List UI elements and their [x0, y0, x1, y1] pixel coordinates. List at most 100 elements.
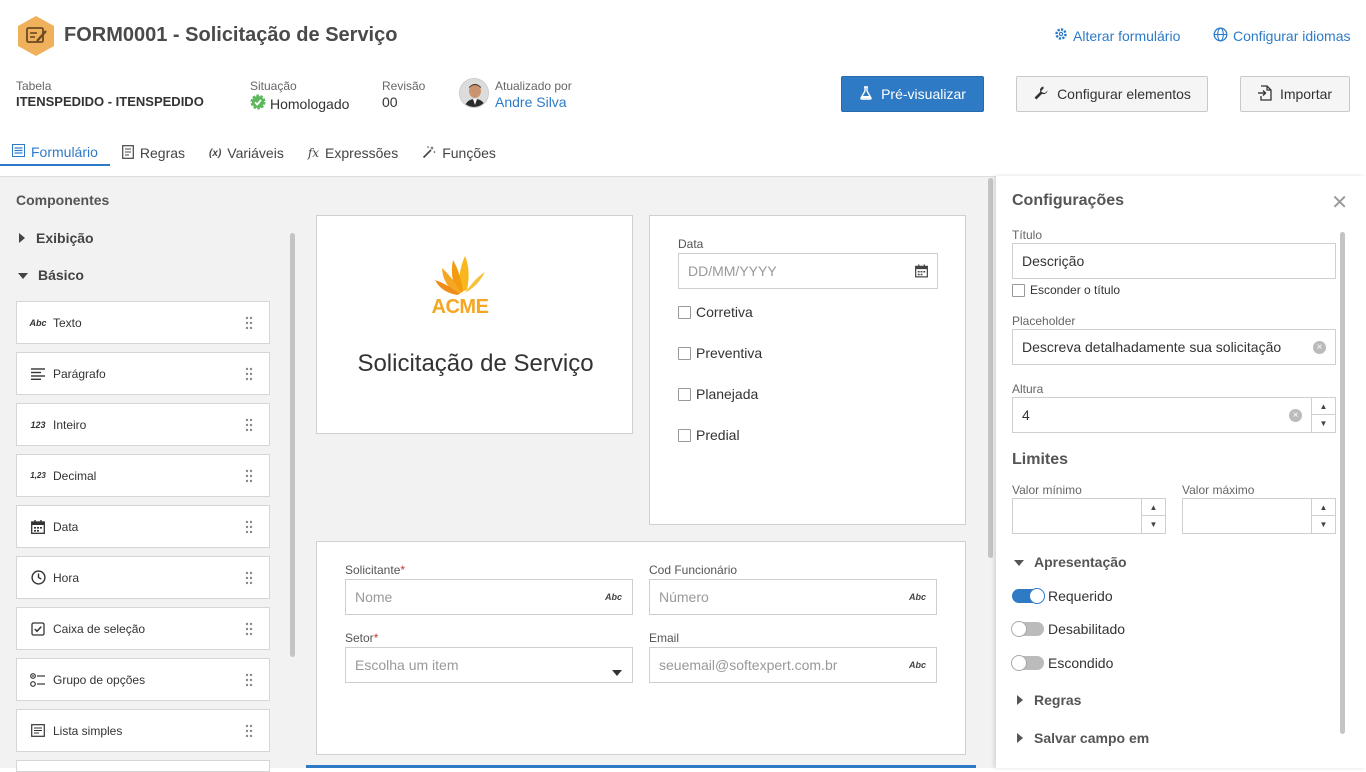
component-decimal[interactable]: 1,23 Decimal [16, 454, 270, 497]
form-canvas: ACME Solicitação de Serviço Data DD/MM/Y… [300, 176, 996, 768]
toggle-escondido[interactable]: Escondido [1011, 655, 1113, 671]
type-panel[interactable]: Data DD/MM/YYYY Corretiva Preventiva Pla… [649, 215, 966, 525]
tab-regras[interactable]: Regras [110, 140, 197, 166]
text-abc-icon: Abc [908, 592, 926, 602]
max-value-input[interactable] [1182, 498, 1312, 534]
chevron-down-icon [612, 663, 622, 679]
chevron-up-icon[interactable]: ▲ [1312, 398, 1335, 415]
drag-handle-icon[interactable] [245, 316, 253, 330]
import-file-icon [1257, 84, 1272, 104]
main-tabs: Formulário Regras (x) Variáveis fx Expre… [0, 140, 990, 176]
list-icon [29, 722, 47, 740]
altura-stepper[interactable]: ▲ ▼ [1311, 397, 1336, 433]
titulo-input[interactable]: Descrição [1012, 243, 1336, 279]
checkbox-icon [29, 620, 47, 638]
drag-handle-icon[interactable] [245, 571, 253, 585]
limits-title: Limites [1012, 451, 1069, 468]
variables-icon: (x) [209, 147, 222, 159]
component-texto[interactable]: Abc Texto [16, 301, 270, 344]
section-regras[interactable]: Regras [1016, 692, 1081, 708]
checkbox-planejada[interactable]: Planejada [678, 386, 758, 402]
solicitante-input[interactable]: Nome Abc [345, 579, 633, 615]
acme-logo: ACME [427, 250, 493, 320]
section-apresentacao[interactable]: Apresentação [1014, 554, 1127, 570]
date-input[interactable]: DD/MM/YYYY [678, 253, 938, 289]
component-caixa-selecao[interactable]: Caixa de seleção [16, 607, 270, 650]
configure-languages-link[interactable]: Configurar idiomas [1213, 27, 1351, 45]
chevron-down-icon[interactable]: ▼ [1142, 516, 1165, 533]
calendar-icon[interactable] [915, 264, 928, 281]
setor-label: Setor* [345, 631, 379, 645]
min-stepper[interactable]: ▲ ▼ [1141, 498, 1166, 534]
drag-handle-icon[interactable] [245, 520, 253, 534]
decimal-icon: 1,23 [30, 471, 46, 480]
component-next[interactable] [16, 760, 270, 772]
chevron-down-icon[interactable]: ▼ [1312, 415, 1335, 432]
min-value-input[interactable] [1012, 498, 1142, 534]
section-salvar-campo[interactable]: Salvar campo em [1016, 730, 1149, 746]
drag-handle-icon[interactable] [245, 418, 253, 432]
canvas-scrollbar[interactable] [988, 178, 993, 558]
drag-handle-icon[interactable] [245, 724, 253, 738]
component-paragrafo[interactable]: Parágrafo [16, 352, 270, 395]
tab-expressoes[interactable]: fx Expressões [296, 140, 410, 166]
altura-input[interactable]: 4 × [1012, 397, 1312, 433]
group-basico[interactable]: Básico [18, 267, 84, 283]
hide-title-checkbox[interactable]: Esconder o título [1012, 283, 1120, 297]
drag-handle-icon[interactable] [245, 367, 253, 381]
cod-funcionario-input[interactable]: Número Abc [649, 579, 937, 615]
component-lista-simples[interactable]: Lista simples [16, 709, 270, 752]
component-hora[interactable]: Hora [16, 556, 270, 599]
component-grupo-opcoes[interactable]: Grupo de opções [16, 658, 270, 701]
drag-handle-icon[interactable] [245, 622, 253, 636]
setor-select[interactable]: Escolha um item [345, 647, 633, 683]
close-icon[interactable]: ✕ [1331, 190, 1348, 215]
sidebar-scrollbar[interactable] [290, 233, 295, 657]
chevron-up-icon[interactable]: ▲ [1312, 499, 1335, 516]
fx-icon: fx [307, 146, 320, 160]
preview-button[interactable]: Pré-visualizar [841, 76, 984, 112]
placeholder-label: Placeholder [1012, 314, 1076, 328]
drag-handle-icon[interactable] [245, 673, 253, 687]
tab-formulario[interactable]: Formulário [0, 140, 110, 166]
requester-panel[interactable]: Solicitante* Nome Abc Cod Funcionário Nú… [316, 541, 966, 755]
approved-gear-icon [250, 94, 266, 113]
settings-panel: Configurações ✕ Título Descrição Esconde… [996, 176, 1366, 768]
caret-right-icon [1016, 730, 1024, 746]
settings-scrollbar[interactable] [1340, 232, 1345, 734]
group-exibicao[interactable]: Exibição [18, 230, 94, 246]
titulo-label: Título [1012, 228, 1043, 242]
component-data[interactable]: Data [16, 505, 270, 548]
import-button[interactable]: Importar [1240, 76, 1350, 112]
max-stepper[interactable]: ▲ ▼ [1311, 498, 1336, 534]
clear-icon[interactable]: × [1313, 341, 1326, 354]
chevron-down-icon[interactable]: ▼ [1312, 516, 1335, 533]
components-sidebar: Componentes Exibição Básico Abc Texto Pa… [0, 176, 300, 772]
change-form-link[interactable]: Alterar formulário [1054, 27, 1180, 44]
checkbox-corretiva[interactable]: Corretiva [678, 304, 753, 320]
calendar-icon [29, 518, 47, 536]
caret-right-icon [1016, 692, 1024, 708]
drag-handle-icon[interactable] [245, 469, 253, 483]
form-app-icon [16, 15, 56, 57]
configure-elements-button[interactable]: Configurar elementos [1016, 76, 1208, 112]
checkbox-preventiva[interactable]: Preventiva [678, 345, 762, 361]
updated-by-label: Atualizado por [495, 79, 572, 93]
header: FORM0001 - Solicitação de Serviço Altera… [0, 0, 1366, 176]
toggle-requerido[interactable]: Requerido [1012, 588, 1113, 604]
email-input[interactable]: seuemail@softexpert.com.br Abc [649, 647, 937, 683]
toggle-desabilitado[interactable]: Desabilitado [1011, 621, 1125, 637]
settings-title: Configurações [1012, 192, 1125, 209]
revision-value: 00 [382, 94, 398, 110]
updated-by-user-link[interactable]: Andre Silva [495, 94, 567, 110]
tab-funcoes[interactable]: Funções [410, 140, 508, 166]
altura-label: Altura [1012, 382, 1044, 396]
component-inteiro[interactable]: 123 Inteiro [16, 403, 270, 446]
clear-icon[interactable]: × [1289, 409, 1302, 422]
chevron-up-icon[interactable]: ▲ [1142, 499, 1165, 516]
tab-variaveis[interactable]: (x) Variáveis [197, 140, 296, 166]
header-panel[interactable]: ACME Solicitação de Serviço [316, 215, 633, 434]
placeholder-input[interactable]: Descreva detalhadamente sua solicitação … [1012, 329, 1336, 365]
checkbox-predial[interactable]: Predial [678, 427, 740, 443]
paragraph-icon [29, 365, 47, 383]
